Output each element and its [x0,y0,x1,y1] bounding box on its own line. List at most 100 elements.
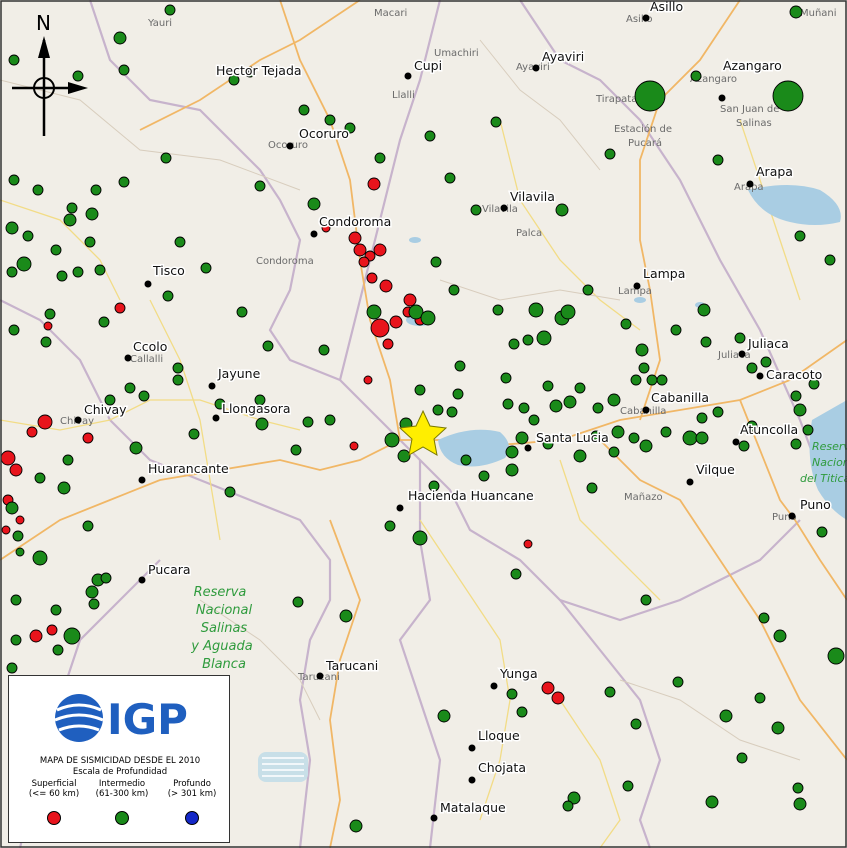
earthquake-intermediate-marker [72,266,84,278]
legend-swatch-green [115,811,129,825]
lake-small-2 [634,297,646,303]
earthquake-shallow-marker [541,681,555,695]
earthquake-shallow-marker [551,691,565,705]
earthquake-intermediate-marker [586,482,598,494]
earthquake-shallow-marker [370,318,390,338]
earthquake-shallow-marker [46,624,58,636]
place-dot [500,204,508,212]
place-dot [430,814,438,822]
earthquake-intermediate-marker [5,501,19,515]
place-dot [788,512,796,520]
earthquake-intermediate-marker [542,380,554,392]
earthquake-intermediate-marker [432,404,444,416]
place-label: Cabanilla [651,390,709,405]
legend-cat-intermedio: Intermedio (61-300 km) [87,779,157,825]
earthquake-intermediate-marker [444,172,456,184]
earthquake-intermediate-marker [446,406,458,418]
place-dot [138,476,146,484]
earthquake-intermediate-marker [592,402,604,414]
earthquake-intermediate-marker [420,310,436,326]
place-dot [642,406,650,414]
earthquake-intermediate-marker [255,417,269,431]
earthquake-intermediate-marker [290,444,302,456]
earthquake-intermediate-marker [384,432,400,448]
place-dot [738,350,746,358]
earthquake-intermediate-marker [62,454,74,466]
place-label: Llongasora [222,401,291,416]
earthquake-intermediate-marker [85,207,99,221]
earthquake-intermediate-marker [760,356,772,368]
earthquake-intermediate-marker [63,213,77,227]
place-dot [718,94,726,102]
earthquake-intermediate-marker [8,324,20,336]
earthquake-intermediate-marker [560,304,576,320]
earthquake-intermediate-marker [528,302,544,318]
reserve-line-1: Reserva [194,585,247,600]
minor-label-vilavila: Vilavila [482,204,518,215]
earthquake-intermediate-marker [607,393,621,407]
earthquake-intermediate-marker [656,374,668,386]
earthquake-intermediate-marker [57,481,71,495]
earthquake-intermediate-marker [508,338,520,350]
reserve-line-5: Blanca [202,657,246,672]
lake-small-4 [409,237,421,243]
place-label: Lampa [643,266,685,281]
minor-label-sanjuan: San Juan de [720,104,779,115]
earthquake-intermediate-marker [470,204,482,216]
earthquake-intermediate-marker [824,254,836,266]
place-dot [642,14,650,22]
earthquake-shallow-marker [366,272,378,284]
earthquake-intermediate-marker [98,316,110,328]
place-label: Jayune [217,366,261,381]
earthquake-intermediate-marker [604,686,616,698]
earthquake-intermediate-marker [6,662,18,674]
earthquake-intermediate-marker [52,644,64,656]
earthquake-intermediate-marker [630,374,642,386]
place-dot [756,372,764,380]
earthquake-intermediate-marker [790,390,802,402]
place-label: Yunga [499,666,538,681]
earthquake-intermediate-marker [574,382,586,394]
earthquake-intermediate-marker [236,306,248,318]
earthquake-intermediate-marker [16,256,32,272]
earthquake-shallow-marker [382,338,394,350]
earthquake-intermediate-marker [789,5,803,19]
legend-box: IGP MAPA DE SISMICIDAD DESDE EL 2010 Esc… [8,675,230,843]
earthquake-intermediate-marker [555,203,569,217]
earthquake-intermediate-marker [505,445,519,459]
legend-cat-name: Profundo [173,779,211,789]
earthquake-intermediate-marker [490,116,502,128]
earthquake-intermediate-marker [324,414,336,426]
earthquake-intermediate-marker [22,230,34,242]
earthquake-intermediate-marker [573,449,587,463]
titicaca-line-2: Nacional [812,456,847,469]
earthquake-shallow-marker [15,515,25,525]
earthquake-intermediate-marker [118,176,130,188]
earthquake-intermediate-marker [5,221,19,235]
earthquake-shallow-marker [9,463,23,477]
earthquake-intermediate-marker [790,438,802,450]
place-label: Ayaviri [542,49,584,64]
minor-label-estacion: Estación de [614,123,672,135]
legend-cat-superficial: Superficial (<= 60 km) [23,779,85,825]
reserve-line-4: y Aguada [190,639,252,654]
earthquake-intermediate-marker [118,64,130,76]
place-dot [686,478,694,486]
earthquake-intermediate-marker [8,54,20,66]
earthquake-intermediate-marker [85,585,99,599]
earthquake-intermediate-marker [608,446,620,458]
earthquake-intermediate-marker [172,362,184,374]
earthquake-intermediate-marker [802,424,814,436]
place-dot [732,438,740,446]
earthquake-intermediate-marker [695,431,709,445]
earthquake-intermediate-marker [6,266,18,278]
earthquake-shallow-marker [389,315,403,329]
earthquake-intermediate-marker [412,530,428,546]
earthquake-intermediate-marker [696,412,708,424]
earthquake-intermediate-marker [50,244,62,256]
earthquake-shallow-marker [26,426,38,438]
place-label: Pucara [148,562,191,577]
place-label: Tisco [152,263,185,278]
place-label: Chivay [84,402,127,417]
earthquake-intermediate-marker [318,344,330,356]
